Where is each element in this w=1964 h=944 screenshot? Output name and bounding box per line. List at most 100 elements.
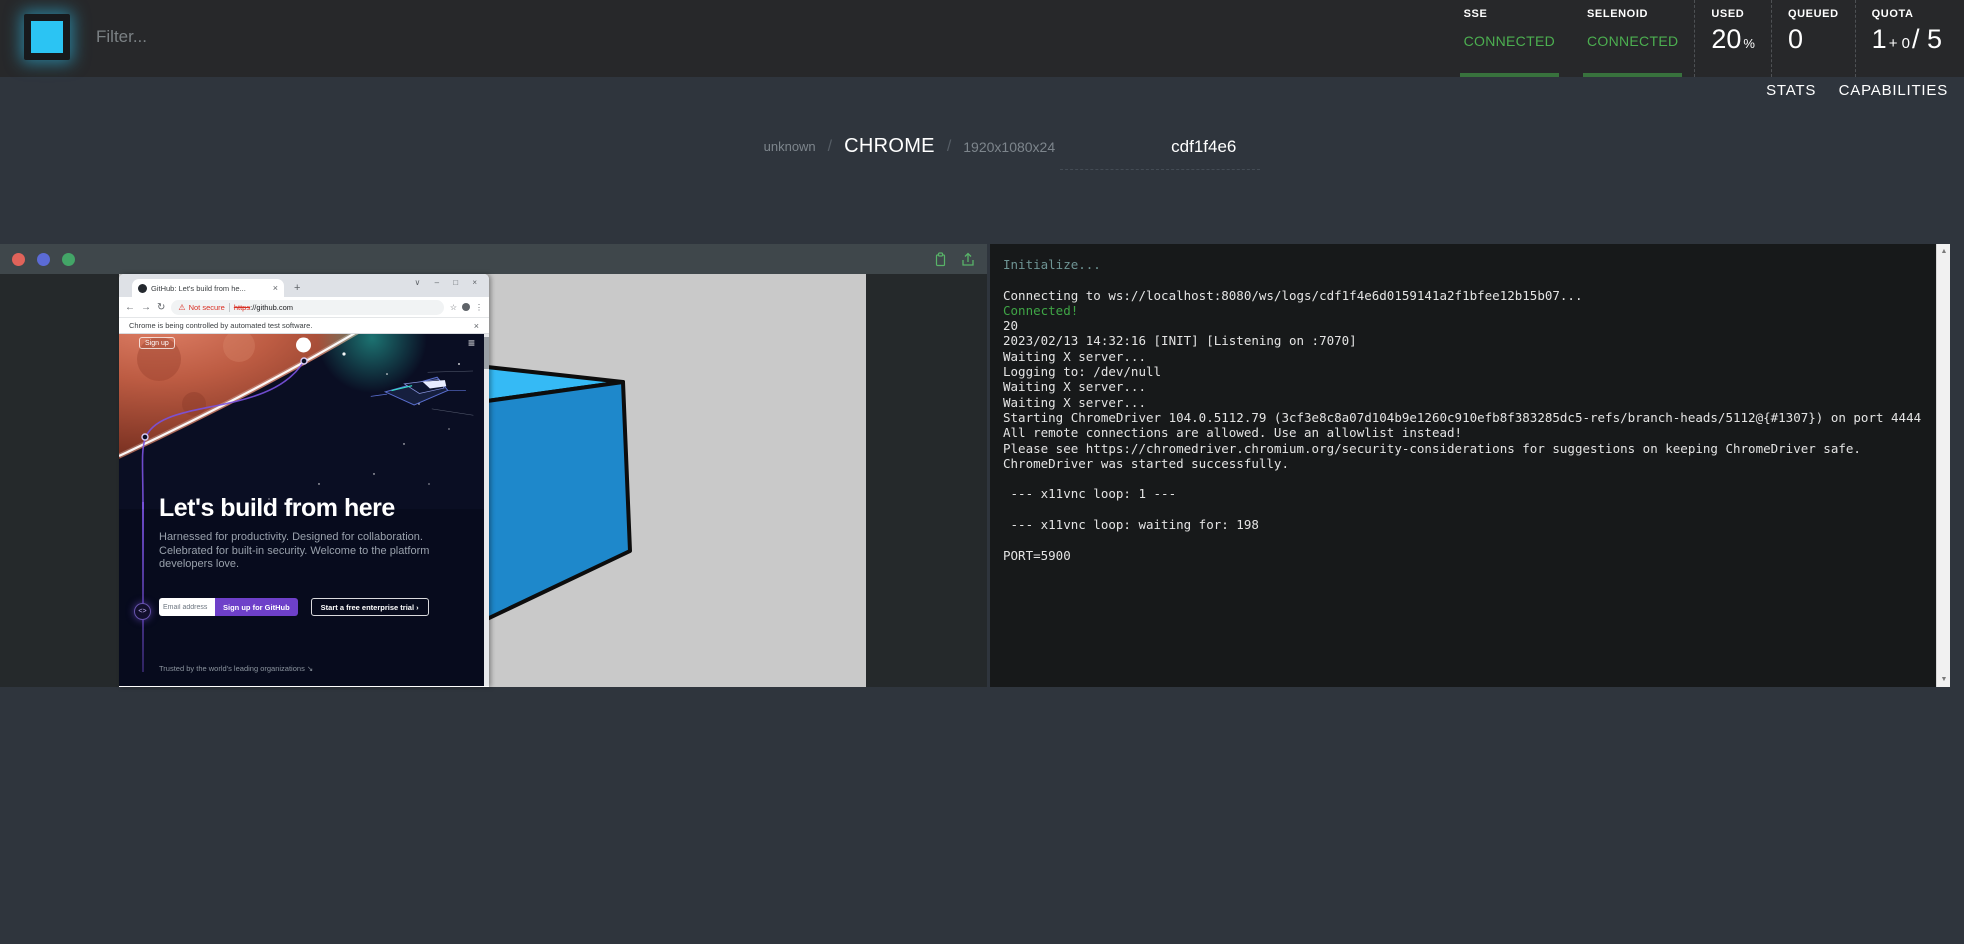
github-favicon-icon xyxy=(138,284,147,293)
quota-stat: QUOTA 1+ 0/ 5 xyxy=(1855,0,1958,77)
log-line: Waiting X server... xyxy=(1003,349,1924,364)
url-text: ://github.com xyxy=(250,303,293,312)
used-stat: USED 20% xyxy=(1694,0,1771,77)
browser-scrollbar[interactable] xyxy=(484,334,489,686)
forward-icon[interactable]: → xyxy=(141,302,151,313)
sse-status: SSE CONNECTED xyxy=(1448,0,1571,77)
tab-stats[interactable]: STATS xyxy=(1766,82,1816,99)
log-scrollbar[interactable]: ▲ ▼ xyxy=(1936,244,1950,687)
log-line: 2023/02/13 14:32:16 [INIT] [Listening on… xyxy=(1003,333,1924,348)
github-hero-graphic xyxy=(119,334,484,509)
upload-icon[interactable] xyxy=(961,252,975,267)
back-icon[interactable]: ← xyxy=(125,302,135,313)
log-line: Connected! xyxy=(1003,303,1924,318)
clipboard-icon[interactable] xyxy=(934,252,947,267)
browser-scrollbar-thumb[interactable] xyxy=(484,337,489,369)
code-icon: <> xyxy=(134,603,151,620)
queued-stat: QUEUED 0 xyxy=(1771,0,1855,77)
github-nav: Sign up ≡ xyxy=(119,334,489,356)
bookmark-star-icon[interactable]: ☆ xyxy=(450,303,457,312)
separator: / xyxy=(947,138,951,156)
scroll-down-icon[interactable]: ▼ xyxy=(1937,676,1951,683)
used-value: 20% xyxy=(1711,24,1755,55)
email-field[interactable] xyxy=(159,598,215,616)
automation-infobar: Chrome is being controlled by automated … xyxy=(119,318,489,334)
separator: / xyxy=(828,138,832,156)
selenoid-status: SELENOID CONNECTED xyxy=(1571,0,1694,77)
new-tab-button[interactable]: + xyxy=(294,282,300,294)
scroll-up-icon[interactable]: ▲ xyxy=(1937,248,1951,255)
log-line: All remote connections are allowed. Use … xyxy=(1003,425,1924,440)
session-divider xyxy=(1060,169,1260,170)
log-line xyxy=(1003,532,1924,547)
log-line: Waiting X server... xyxy=(1003,379,1924,394)
log-line: Logging to: /dev/null xyxy=(1003,364,1924,379)
log-line: ChromeDriver was started successfully. xyxy=(1003,456,1924,471)
log-line: --- x11vnc loop: waiting for: 198 xyxy=(1003,517,1924,532)
sse-value: CONNECTED xyxy=(1464,33,1555,49)
log-line xyxy=(1003,272,1924,287)
log-output: Initialize... Connecting to ws://localho… xyxy=(990,244,1950,563)
session-quota-user: unknown xyxy=(764,139,816,154)
log-line: PORT=5900 xyxy=(1003,548,1924,563)
signup-for-github-button[interactable]: Sign up for GitHub xyxy=(215,598,298,616)
github-subtext: Harnessed for productivity. Designed for… xyxy=(159,531,437,572)
session-row[interactable]: unknown / CHROME / 1920x1080x24 cdf1f4e6 xyxy=(764,135,1237,158)
vnc-body: GitHub: Let's build from he... × + ∨ – □… xyxy=(0,274,987,687)
session-log-panel: Initialize... Connecting to ws://localho… xyxy=(990,244,1950,687)
browser-tabstrip: GitHub: Let's build from he... × + ∨ – □… xyxy=(119,274,489,297)
used-label: USED xyxy=(1711,8,1755,20)
not-secure-label: Not secure xyxy=(189,303,225,312)
log-line: Initialize... xyxy=(1003,257,1924,272)
blue-cube-graphic xyxy=(485,361,637,629)
infobar-text: Chrome is being controlled by automated … xyxy=(129,321,474,330)
vnc-titlebar xyxy=(0,244,987,274)
address-separator xyxy=(229,303,230,312)
github-heading: Let's build from here xyxy=(159,494,395,523)
hamburger-menu-icon[interactable]: ≡ xyxy=(468,336,475,350)
selenoid-logo-icon[interactable] xyxy=(24,14,70,60)
not-secure-warning-icon: ⚠ xyxy=(178,303,185,312)
session-browser-name: CHROME xyxy=(844,135,935,158)
topbar: SSE CONNECTED SELENOID CONNECTED USED 20… xyxy=(0,0,1964,77)
remote-browser-window[interactable]: GitHub: Let's build from he... × + ∨ – □… xyxy=(119,274,489,687)
profile-avatar-icon[interactable] xyxy=(462,303,470,311)
session-resolution: 1920x1080x24 xyxy=(963,139,1055,155)
log-line: Please see https://chromedriver.chromium… xyxy=(1003,441,1924,456)
github-logo-icon[interactable] xyxy=(295,336,312,358)
address-bar[interactable]: ⚠ Not secure https ://github.com xyxy=(171,300,443,315)
traffic-light-green-icon xyxy=(62,253,75,266)
log-line: Connecting to ws://localhost:8080/ws/log… xyxy=(1003,288,1924,303)
session-id: cdf1f4e6 xyxy=(1171,137,1236,157)
enterprise-trial-button[interactable]: Start a free enterprise trial › xyxy=(311,598,429,616)
browser-tab[interactable]: GitHub: Let's build from he... × xyxy=(132,279,284,297)
log-line xyxy=(1003,471,1924,486)
queued-label: QUEUED xyxy=(1788,8,1839,20)
browser-window-controls[interactable]: ∨ – □ × xyxy=(415,278,483,287)
tab-close-icon[interactable]: × xyxy=(273,283,278,293)
github-signup-top-button[interactable]: Sign up xyxy=(139,337,175,349)
reload-icon[interactable]: ↻ xyxy=(157,302,165,313)
selenoid-value: CONNECTED xyxy=(1587,33,1678,49)
url-scheme: https xyxy=(234,303,250,312)
log-line: 20 xyxy=(1003,318,1924,333)
view-tabs: STATS CAPABILITIES xyxy=(1748,82,1948,100)
traffic-light-red-icon xyxy=(12,253,25,266)
log-line xyxy=(1003,502,1924,517)
quota-label: QUOTA xyxy=(1872,8,1942,20)
purple-line-decoration xyxy=(142,502,144,672)
selenoid-label: SELENOID xyxy=(1587,8,1678,20)
tab-capabilities[interactable]: CAPABILITIES xyxy=(1839,82,1948,99)
toolbar-right-icons: ☆ ⋮ xyxy=(450,303,483,312)
tab-title: GitHub: Let's build from he... xyxy=(151,284,269,293)
infobar-close-icon[interactable]: × xyxy=(474,321,479,331)
github-cta-row: Sign up for GitHub Start a free enterpri… xyxy=(159,598,429,616)
github-page: Sign up ≡ <> Let's build from here Harne… xyxy=(119,334,489,686)
vnc-window: GitHub: Let's build from he... × + ∨ – □… xyxy=(0,244,987,687)
sse-label: SSE xyxy=(1464,8,1555,20)
trusted-by-text: Trusted by the world's leading organizat… xyxy=(159,664,313,673)
traffic-light-blue-icon xyxy=(37,253,50,266)
more-menu-icon[interactable]: ⋮ xyxy=(475,303,483,312)
filter-input[interactable] xyxy=(96,22,516,52)
vnc-screen[interactable]: GitHub: Let's build from he... × + ∨ – □… xyxy=(119,274,866,687)
